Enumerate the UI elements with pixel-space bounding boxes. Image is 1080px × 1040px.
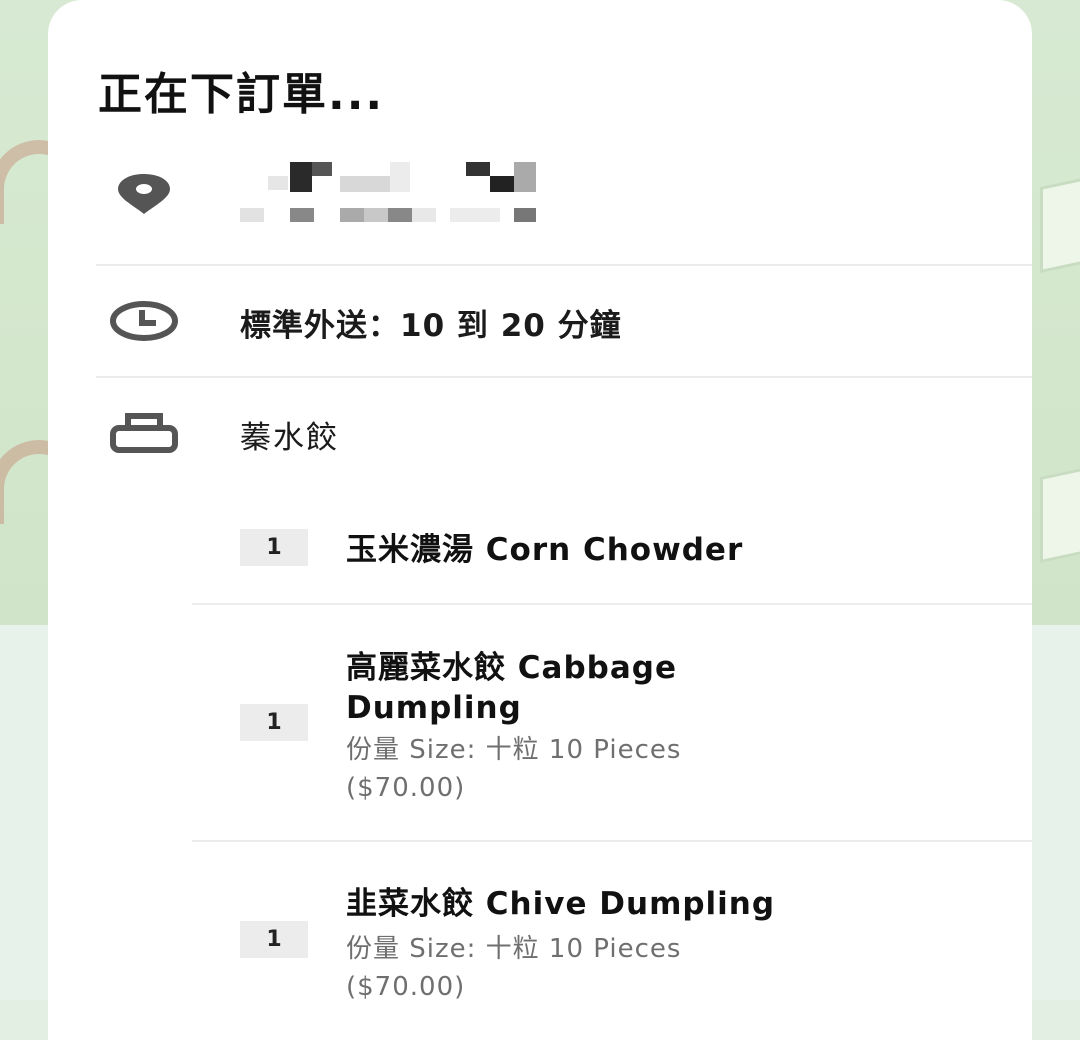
delivery-time: 標準外送：10 到 20 分鐘 — [240, 308, 622, 344]
item-name: 韭菜水餃 Chive Dumpling — [346, 886, 776, 922]
item-option-price: ($70.00) — [346, 972, 466, 1002]
item-option: 份量 Size: 十粒 10 Pieces — [346, 934, 682, 964]
item-name: 玉米濃湯 Corn Chowder — [346, 532, 744, 568]
item-quantity: 1 — [240, 921, 308, 958]
item-option: 份量 Size: 十粒 10 Pieces — [346, 735, 682, 765]
divider — [192, 840, 1032, 842]
store-name: 蓁水餃 — [240, 420, 339, 456]
item-name-continued: Dumpling — [346, 690, 522, 726]
order-sheet: 正在下訂單... 標準外送：10 到 20 分鐘 蓁水餃 1 玉米濃湯 Corn… — [48, 0, 1032, 1040]
item-option-price: ($70.00) — [346, 773, 466, 803]
item-quantity: 1 — [240, 529, 308, 566]
background-bag — [1040, 172, 1080, 274]
page-title: 正在下訂單... — [98, 69, 385, 120]
clock-icon — [110, 301, 178, 341]
shopping-bag-icon — [110, 413, 178, 453]
address-redacted — [240, 160, 540, 230]
location-pin-icon — [118, 174, 170, 214]
divider — [192, 603, 1032, 605]
item-name: 高麗菜水餃 Cabbage — [346, 650, 677, 686]
divider — [96, 376, 1032, 378]
divider — [96, 264, 1032, 266]
background-bag — [1040, 462, 1080, 564]
item-quantity: 1 — [240, 704, 308, 741]
